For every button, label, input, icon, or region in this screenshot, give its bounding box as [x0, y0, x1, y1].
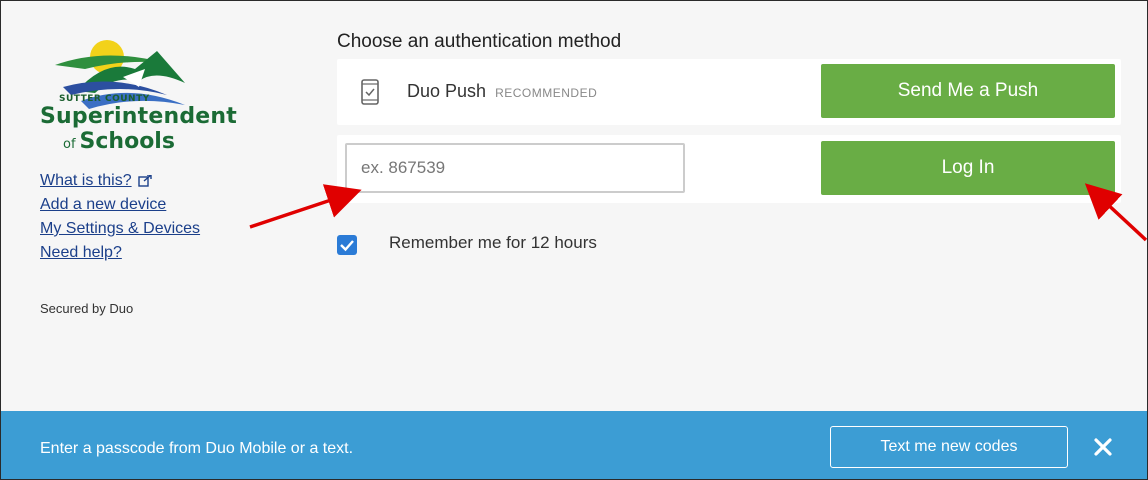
logo-org-line2: Superintendent [40, 104, 237, 129]
remember-checkbox[interactable] [337, 235, 357, 255]
sidebar-links: What is this? Add a new device My Settin… [40, 169, 200, 265]
external-link-icon [137, 174, 152, 187]
auth-method-heading: Choose an authentication method [337, 31, 622, 52]
push-label-text: Duo Push [407, 81, 487, 101]
what-is-this-link[interactable]: What is this? [40, 169, 200, 193]
secured-by-duo: Secured by Duo [40, 301, 134, 316]
sutter-county-logo: SUTTER COUNTY Superintendent of Schools [35, 29, 285, 159]
logo-of: of [63, 137, 76, 152]
phone-icon [361, 79, 379, 105]
duo-auth-frame: SUTTER COUNTY Superintendent of Schools W… [0, 0, 1148, 480]
logo-org-line1: SUTTER COUNTY [59, 94, 150, 104]
need-help-link[interactable]: Need help? [40, 241, 200, 265]
passcode-row: Log In [337, 135, 1121, 203]
log-in-button[interactable]: Log In [821, 141, 1115, 195]
close-icon[interactable] [1093, 437, 1113, 457]
logo-org-line3: of Schools [63, 129, 175, 154]
remember-label: Remember me for 12 hours [389, 233, 597, 252]
duo-push-label: Duo Push RECOMMENDED [407, 81, 597, 102]
recommended-tag: RECOMMENDED [495, 86, 598, 100]
logo-schools: Schools [79, 129, 175, 154]
send-push-button[interactable]: Send Me a Push [821, 64, 1115, 118]
checkmark-icon [340, 240, 354, 252]
status-message: Enter a passcode from Duo Mobile or a te… [40, 440, 354, 457]
duo-push-row: Duo Push RECOMMENDED Send Me a Push [337, 59, 1121, 125]
settings-devices-link[interactable]: My Settings & Devices [40, 217, 200, 241]
text-new-codes-button[interactable]: Text me new codes [830, 426, 1068, 468]
add-device-link[interactable]: Add a new device [40, 193, 200, 217]
what-is-this-label: What is this? [40, 172, 132, 189]
passcode-input[interactable] [345, 143, 685, 193]
status-bar: Enter a passcode from Duo Mobile or a te… [1, 411, 1147, 479]
